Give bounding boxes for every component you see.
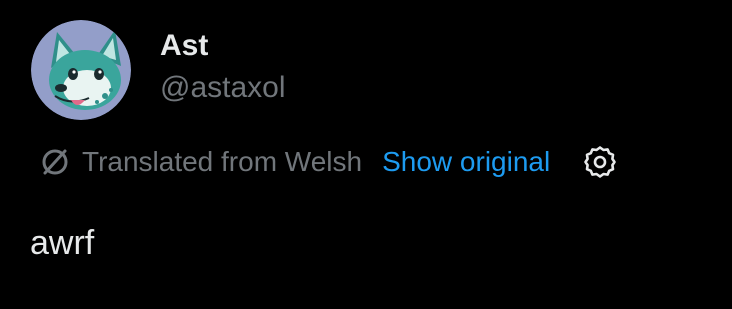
author-handle[interactable]: @astaxol xyxy=(160,70,286,106)
post-text: awrf xyxy=(30,224,95,262)
translate-icon xyxy=(38,145,72,179)
translation-bar: Translated from Welsh Show original xyxy=(38,140,618,184)
author-display-name[interactable]: Ast xyxy=(160,28,208,64)
show-original-link[interactable]: Show original xyxy=(382,146,550,178)
fursona-avatar-image xyxy=(31,20,131,120)
avatar[interactable] xyxy=(31,20,131,120)
translated-from-label: Translated from Welsh xyxy=(82,146,363,177)
gear-icon[interactable] xyxy=(582,144,618,180)
